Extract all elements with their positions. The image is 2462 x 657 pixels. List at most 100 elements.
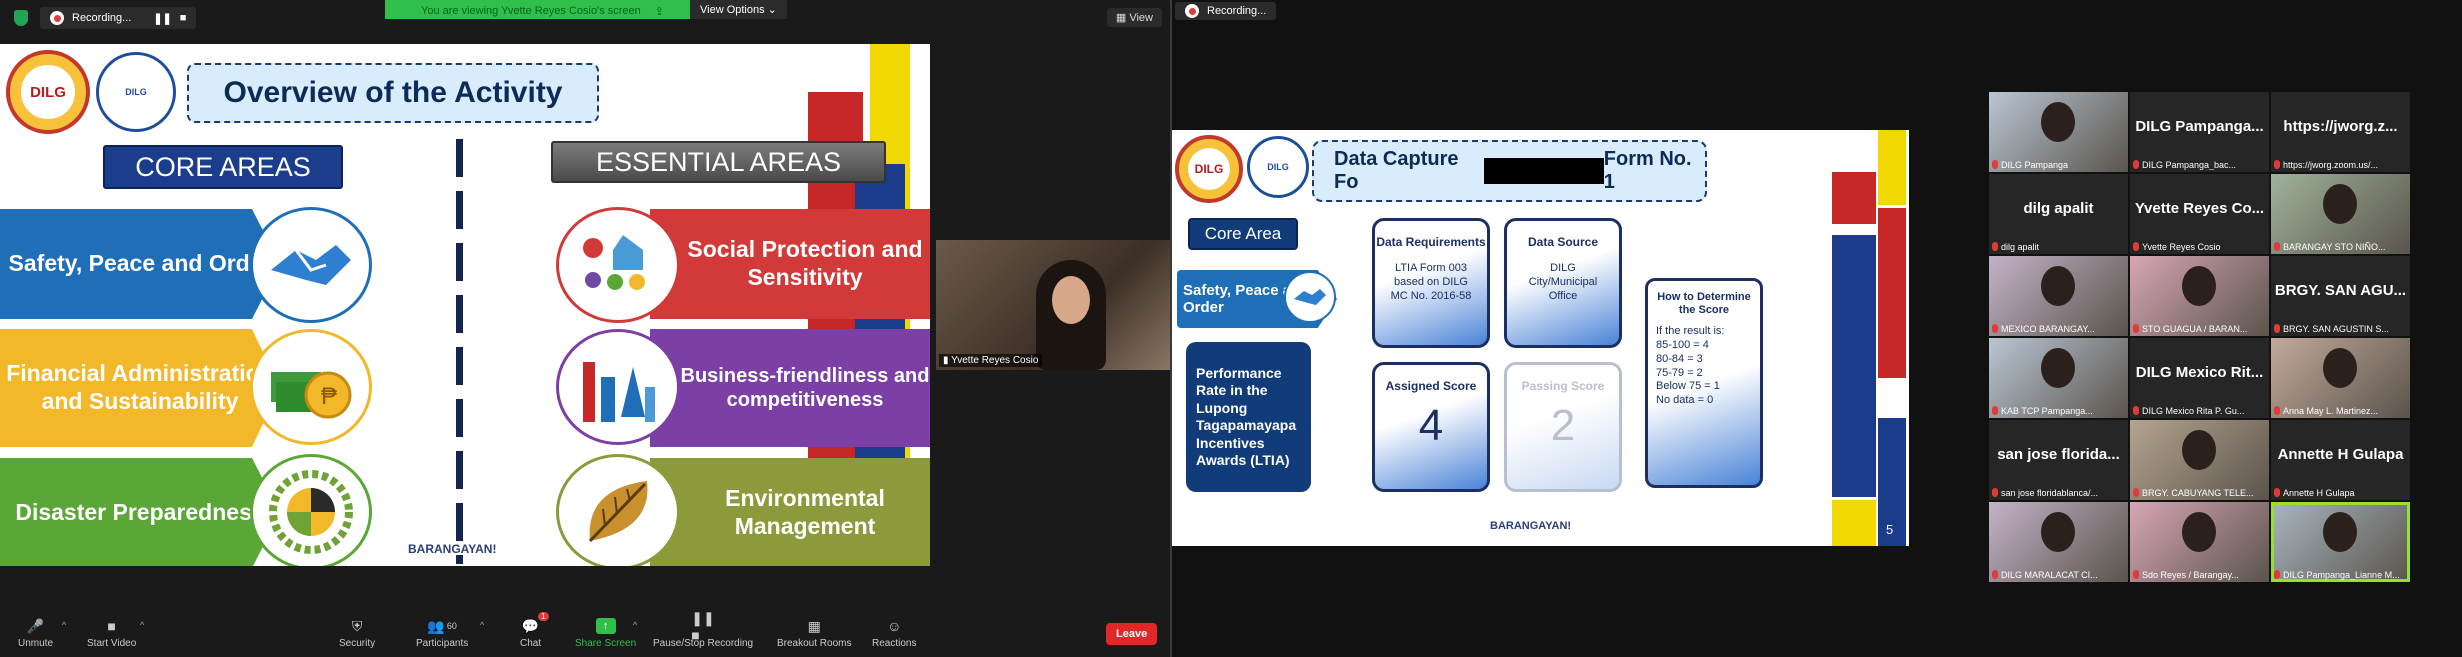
participant-caption: STO GUAGUA / BARAN... [2133,324,2247,334]
share-options-caret[interactable]: ^ [633,620,637,630]
security-button[interactable]: ⛨ Security [339,618,375,650]
participant-tile[interactable]: Annette H Gulapa Annette H Gulapa [2271,420,2410,500]
participant-caption: dilg apalit [1992,242,2039,252]
data-requirements-card: Data Requirements LTIA Form 003 based on… [1372,218,1490,348]
pause-recording-icon[interactable]: ❚❚ [153,12,171,25]
security-shield-icon[interactable] [14,10,28,26]
shared-slide-overview: DILG DILG Overview of the Activity CORE … [0,44,930,566]
participant-video-figure [2323,512,2357,552]
muted-mic-icon [1992,406,1998,415]
presenter-video[interactable]: ▮ Yvette Reyes Cosio [936,240,1170,370]
presenter-figure [1036,260,1106,370]
data-requirements-text: LTIA Form 003 based on DILG MC No. 2016-… [1390,262,1472,302]
participant-tile[interactable]: san jose florida... san jose floridablanc… [1989,420,2128,500]
stop-recording-icon[interactable]: ■ [180,12,187,24]
community-icon [556,207,680,323]
video-options-caret[interactable]: ^ [140,620,144,630]
participant-tile[interactable]: MEXICO BARANGAY... [1989,256,2128,336]
muted-mic-icon [2274,406,2280,415]
participants-caret[interactable]: ^ [480,620,484,630]
recording-indicator[interactable]: Recording... ❚❚ ■ [40,7,197,29]
share-banner: You are viewing Yvette Reyes Cosio's scr… [385,0,787,19]
passing-score-card: Passing Score 2 [1504,362,1622,492]
howto-row: 75-79 = 2 [1656,366,1703,379]
core-area-disaster: Disaster Preparedness [0,458,280,566]
participant-tile[interactable]: DILG Pampanga [1989,92,2128,172]
participant-caption-text: BRGY. SAN AGUSTIN S... [2283,324,2389,334]
participant-tile[interactable]: STO GUAGUA / BARAN... [2130,256,2269,336]
participant-caption-text: dilg apalit [2001,242,2040,252]
unmute-button[interactable]: 🎤 Unmute [18,618,53,650]
participant-tile[interactable]: DILG MARALACAT CI... [1989,502,2128,582]
participant-caption-text: Annette H Gulapa [2283,488,2355,498]
participant-tile[interactable]: Sdo Reyes / Barangay... [2130,502,2269,582]
start-video-button[interactable]: ■ Start Video [87,618,136,649]
shared-slide-data-capture: DILG DILG Data Capture Fo Form No. 1 5 Co… [1172,130,1909,546]
muted-mic-icon [2133,242,2139,251]
chat-icon: 💬 1 [521,612,549,634]
redaction-bar [1483,158,1604,184]
passing-score-value: 2 [1550,401,1576,450]
participant-caption-text: DILG Mexico Rita P. Gu... [2142,406,2245,416]
handshake-icon [1284,271,1336,323]
participant-tile[interactable]: DILG Mexico Rit... DILG Mexico Rita P. Gu… [2130,338,2269,418]
participants-label: Participants [416,638,469,649]
nbo-logo-text: DILG [125,87,147,97]
start-video-label: Start Video [87,638,137,649]
share-message: You are viewing Yvette Reyes Cosio's scr… [385,0,690,19]
disaster-wheel-icon [250,454,372,566]
core-area-label: Core Area [1188,218,1298,250]
howto-row: If the result is: [1656,325,1725,338]
howto-row: Below 75 = 1 [1656,380,1720,393]
participant-tile[interactable]: Yvette Reyes Co... Yvette Reyes Cosio [2130,174,2269,254]
money-icon: ₱ [250,329,372,445]
pause-stop-recording-button[interactable]: ❚❚ ■ Pause/Stop Recording [653,609,753,650]
participant-display-name: https://jworg.z... [2283,118,2398,135]
participant-tile[interactable]: dilg apalit dilg apalit [1989,174,2128,254]
participant-display-name: Annette H Gulapa [2277,446,2404,463]
participant-caption-text: KAB TCP Pampanga... [2001,406,2093,416]
data-source-card: Data Source DILG City/Municipal Office [1504,218,1622,348]
participant-caption: KAB TCP Pampanga... [1992,406,2093,416]
participant-video-figure [2182,430,2216,470]
deco-red-tall [1878,208,1906,378]
slide-title: Overview of the Activity [187,63,599,123]
participant-tile[interactable]: BARANGAY STO NIÑO... [2271,174,2410,254]
participant-tile[interactable]: https://jworg.z... https://jworg.zoom.us/… [2271,92,2410,172]
pause-stop-icon: ❚❚ ■ [691,609,715,643]
city-skyline-icon [556,329,680,445]
participant-display-name: dilg apalit [2023,200,2094,217]
muted-mic-icon [2274,242,2280,251]
chat-label: Chat [520,638,542,649]
audio-options-caret[interactable]: ^ [62,620,66,630]
view-options-button[interactable]: View Options ⌄ [690,0,787,19]
participant-tile[interactable]: KAB TCP Pampanga... [1989,338,2128,418]
share-screen-button[interactable]: ↑ Share Screen [575,618,636,649]
essential-area-environment: Environmental Management [650,458,930,566]
participant-tile[interactable]: DILG Pampanga... DILG Pampanga_bac... [2130,92,2269,172]
participants-button[interactable]: 👥 60 Participants [416,618,469,650]
share-screen-label: Share Screen [575,638,637,649]
participant-tile[interactable]: Anna May L. Martinez... [2271,338,2410,418]
participant-tile[interactable]: BRGY. SAN AGU... BRGY. SAN AGUSTIN S... [2271,256,2410,336]
participant-caption-text: STO GUAGUA / BARAN... [2142,324,2248,334]
participant-caption: DILG Pampanga [1992,160,2068,170]
participant-tile[interactable]: DILG Pampanga_Lianne M... [2271,502,2410,582]
participant-video-figure [2041,348,2075,388]
view-button[interactable]: ▦ View [1106,8,1162,27]
presenter-name-tag: ▮ Yvette Reyes Cosio [939,354,1043,367]
participant-caption-text: BARANGAY STO NIÑO... [2283,242,2386,252]
leave-button[interactable]: Leave [1106,623,1158,645]
recording-dot-icon [1185,4,1199,18]
participant-video-figure [2041,266,2075,306]
presenter-face [1052,276,1090,324]
breakout-rooms-button[interactable]: ▦ Breakout Rooms [777,618,851,650]
nbo-logo: DILG [96,52,176,132]
muted-mic-icon [2133,324,2139,333]
participant-caption: Anna May L. Martinez... [2274,406,2378,416]
participant-tile[interactable]: BRGY. CABUYANG TELE... [2130,420,2269,500]
chat-button[interactable]: 💬 1 Chat [520,612,549,649]
column-divider [456,139,463,564]
reactions-button[interactable]: ☺ Reactions [872,618,916,649]
recording-indicator-right[interactable]: Recording... [1175,2,1277,20]
